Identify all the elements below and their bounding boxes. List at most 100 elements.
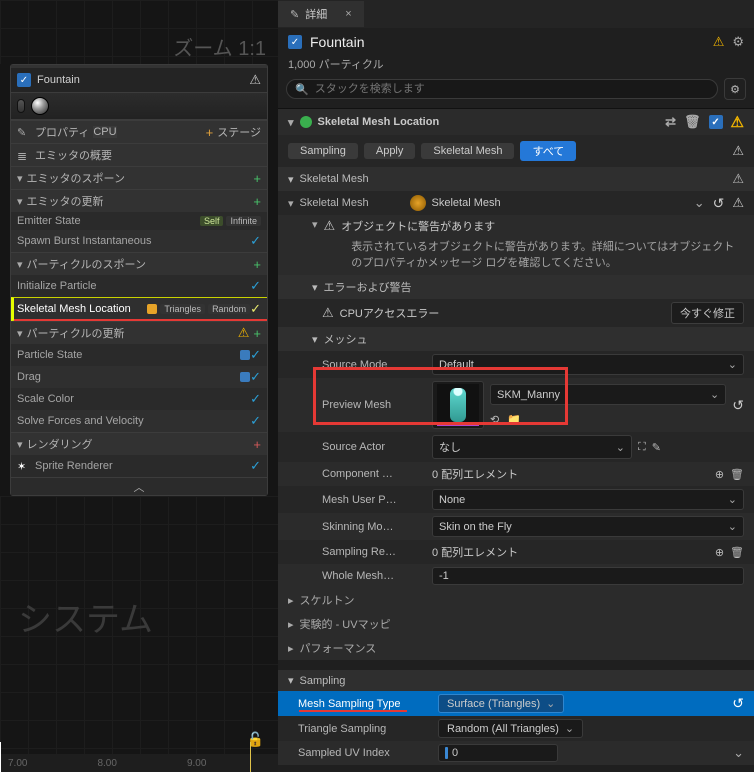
module-drag[interactable]: Drag ✓ [11, 366, 267, 388]
module-solve-forces[interactable]: Solve Forces and Velocity ✓ [11, 410, 267, 432]
collapse-emitter-button[interactable]: ︿ [11, 477, 267, 495]
whole-mesh-number-input[interactable]: -1 [432, 567, 744, 585]
check-icon[interactable]: ✓ [250, 458, 261, 474]
use-selected-icon[interactable]: ⟲ [490, 413, 499, 426]
emitter-enabled-checkbox[interactable] [17, 73, 31, 87]
module-spawn-burst[interactable]: Spawn Burst Instantaneous ✓ [11, 230, 267, 252]
check-icon[interactable]: ✓ [250, 369, 261, 385]
source-mode-dropdown[interactable]: Default⌄ [432, 354, 744, 375]
mesh-user-param-dropdown[interactable]: None⌄ [432, 489, 744, 510]
warning-icon[interactable]: ⚠ [732, 195, 744, 211]
search-icon: 🔍 [295, 83, 309, 96]
browse-icon[interactable]: 📁 [507, 413, 521, 426]
emitter-name[interactable]: Fountain [37, 74, 80, 86]
details-title: Fountain [310, 34, 364, 50]
module-particle-state[interactable]: Particle State ✓ [11, 344, 267, 366]
fix-now-button[interactable]: 今すぐ修正 [671, 302, 744, 324]
delete-element-icon[interactable]: 🗑 [730, 546, 744, 559]
subsection-experimental-uv[interactable]: ▸実験的 - UVマッピ [278, 612, 754, 636]
pill-apply[interactable]: Apply [364, 143, 416, 159]
revert-icon[interactable]: ↺ [732, 695, 744, 712]
delete-element-icon[interactable]: 🗑 [730, 468, 744, 481]
graph-canvas-top[interactable]: ズーム 1:1 [0, 0, 278, 64]
triangle-sampling-dropdown[interactable]: Random (All Triangles)⌄ [438, 719, 583, 738]
warning-icon[interactable]: ⚠ [249, 72, 261, 88]
chevron-down-icon: ▾ [288, 173, 294, 186]
graph-canvas-bottom[interactable]: システム 🔓 7.00 8.00 9.00 [0, 496, 278, 772]
category-sampling[interactable]: ▾ Sampling [278, 670, 754, 691]
check-icon[interactable]: ✓ [250, 413, 261, 429]
emitter-enabled-checkbox[interactable] [288, 35, 302, 49]
check-icon[interactable]: ✓ [250, 347, 261, 363]
property-mesh-user-param: Mesh User P… None⌄ [278, 486, 754, 513]
group-emitter-overview[interactable]: エミッタの概要 [11, 143, 267, 166]
add-element-icon[interactable]: ⊕ [715, 468, 724, 481]
tab-details[interactable]: ✎ 詳細 × [278, 1, 364, 27]
shuffle-icon[interactable]: ⇄ [665, 114, 676, 130]
dot-icon [240, 350, 250, 360]
add-element-icon[interactable]: ⊕ [715, 546, 724, 559]
add-renderer-icon[interactable] [253, 436, 261, 452]
module-enabled-checkbox[interactable] [709, 115, 723, 129]
mesh-sampling-type-dropdown[interactable]: Surface (Triangles)⌄ [438, 694, 564, 713]
add-module-icon[interactable] [253, 193, 261, 209]
sampled-uv-index-input[interactable]: 0 [438, 744, 558, 762]
add-module-icon[interactable] [253, 170, 261, 186]
pill-sampling[interactable]: Sampling [288, 143, 358, 159]
group-properties[interactable]: プロパティ CPU ステージ [11, 120, 267, 143]
skinning-mode-dropdown[interactable]: Skin on the Fly⌄ [432, 516, 744, 537]
check-icon[interactable]: ✓ [250, 301, 261, 317]
close-icon[interactable]: × [345, 8, 351, 20]
warning-icon[interactable]: ⚠ [731, 113, 744, 131]
preview-mesh-asset-picker[interactable] [432, 381, 484, 429]
check-icon[interactable]: ✓ [250, 278, 261, 294]
subsection-performance[interactable]: ▸パフォーマンス [278, 636, 754, 660]
chevron-down-icon[interactable]: ⌄ [733, 745, 744, 761]
add-module-icon[interactable] [253, 325, 261, 341]
add-stage-icon[interactable] [206, 125, 214, 140]
group-particle-update[interactable]: ▾ パーティクルの更新 ⚠ [11, 321, 267, 344]
random-badge: Random [208, 304, 250, 314]
warning-icon[interactable]: ⚠ [732, 171, 744, 187]
warning-icon[interactable]: ⚠ [713, 34, 725, 50]
chevron-down-icon[interactable]: ⌄ [694, 195, 705, 211]
check-icon[interactable]: ✓ [250, 391, 261, 407]
category-skeletal-mesh[interactable]: ▾ Skeletal Mesh ⚠ [278, 167, 754, 191]
timeline[interactable]: 7.00 8.00 9.00 [0, 754, 278, 772]
pick-actor-icon[interactable]: ⛶ [638, 441, 646, 454]
group-emitter-spawn[interactable]: ▾ エミッタのスポーン [11, 166, 267, 189]
warning-icon[interactable]: ⚠ [238, 325, 250, 341]
filter-button[interactable]: ⚙ [724, 78, 746, 100]
subsection-skeleton[interactable]: ▸スケルトン [278, 588, 754, 612]
eyedropper-icon[interactable]: ✎ [652, 441, 661, 454]
search-input[interactable]: 🔍 [286, 79, 718, 99]
pill-all[interactable]: すべて [520, 141, 576, 161]
module-header[interactable]: ▾ Skeletal Mesh Location ⇄ 🗑 ⚠ [278, 109, 754, 135]
revert-icon[interactable]: ↺ [713, 195, 725, 212]
group-particle-spawn[interactable]: ▾ パーティクルのスポーン [11, 252, 267, 275]
module-skeletal-mesh-location[interactable]: Skeletal Mesh Location Triangles Random … [11, 297, 267, 321]
subsection-errors-warnings[interactable]: ▾ エラーおよび警告 [278, 275, 754, 299]
group-rendering[interactable]: ▾ レンダリング [11, 432, 267, 455]
timeline-marker[interactable] [250, 742, 251, 772]
dot-icon [240, 372, 250, 382]
delete-icon[interactable]: 🗑 [684, 114, 701, 130]
module-initialize-particle[interactable]: Initialize Particle ✓ [11, 275, 267, 297]
search-field[interactable] [313, 82, 709, 96]
module-sprite-renderer[interactable]: Sprite Renderer ✓ [11, 455, 267, 477]
group-emitter-update[interactable]: ▾ エミッタの更新 [11, 189, 267, 212]
subsection-mesh[interactable]: ▾ メッシュ [278, 327, 754, 351]
timeline-cursor[interactable] [0, 742, 1, 772]
source-actor-dropdown[interactable]: なし⌄ [432, 435, 632, 459]
module-emitter-state[interactable]: Emitter State Self Infinite [11, 212, 267, 230]
pill-skeletal-mesh[interactable]: Skeletal Mesh [421, 143, 514, 159]
preview-mesh-dropdown[interactable]: SKM_Manny⌄ [490, 384, 726, 405]
check-icon[interactable]: ✓ [250, 233, 261, 249]
cpu-badge: CPU [93, 126, 116, 138]
material-ball-icon[interactable] [31, 97, 49, 115]
add-module-icon[interactable] [253, 256, 261, 272]
warning-icon[interactable]: ⚠ [732, 143, 744, 159]
module-scale-color[interactable]: Scale Color ✓ [11, 388, 267, 410]
revert-icon[interactable]: ↺ [732, 397, 744, 414]
gear-icon[interactable]: ⚙ [732, 34, 744, 50]
